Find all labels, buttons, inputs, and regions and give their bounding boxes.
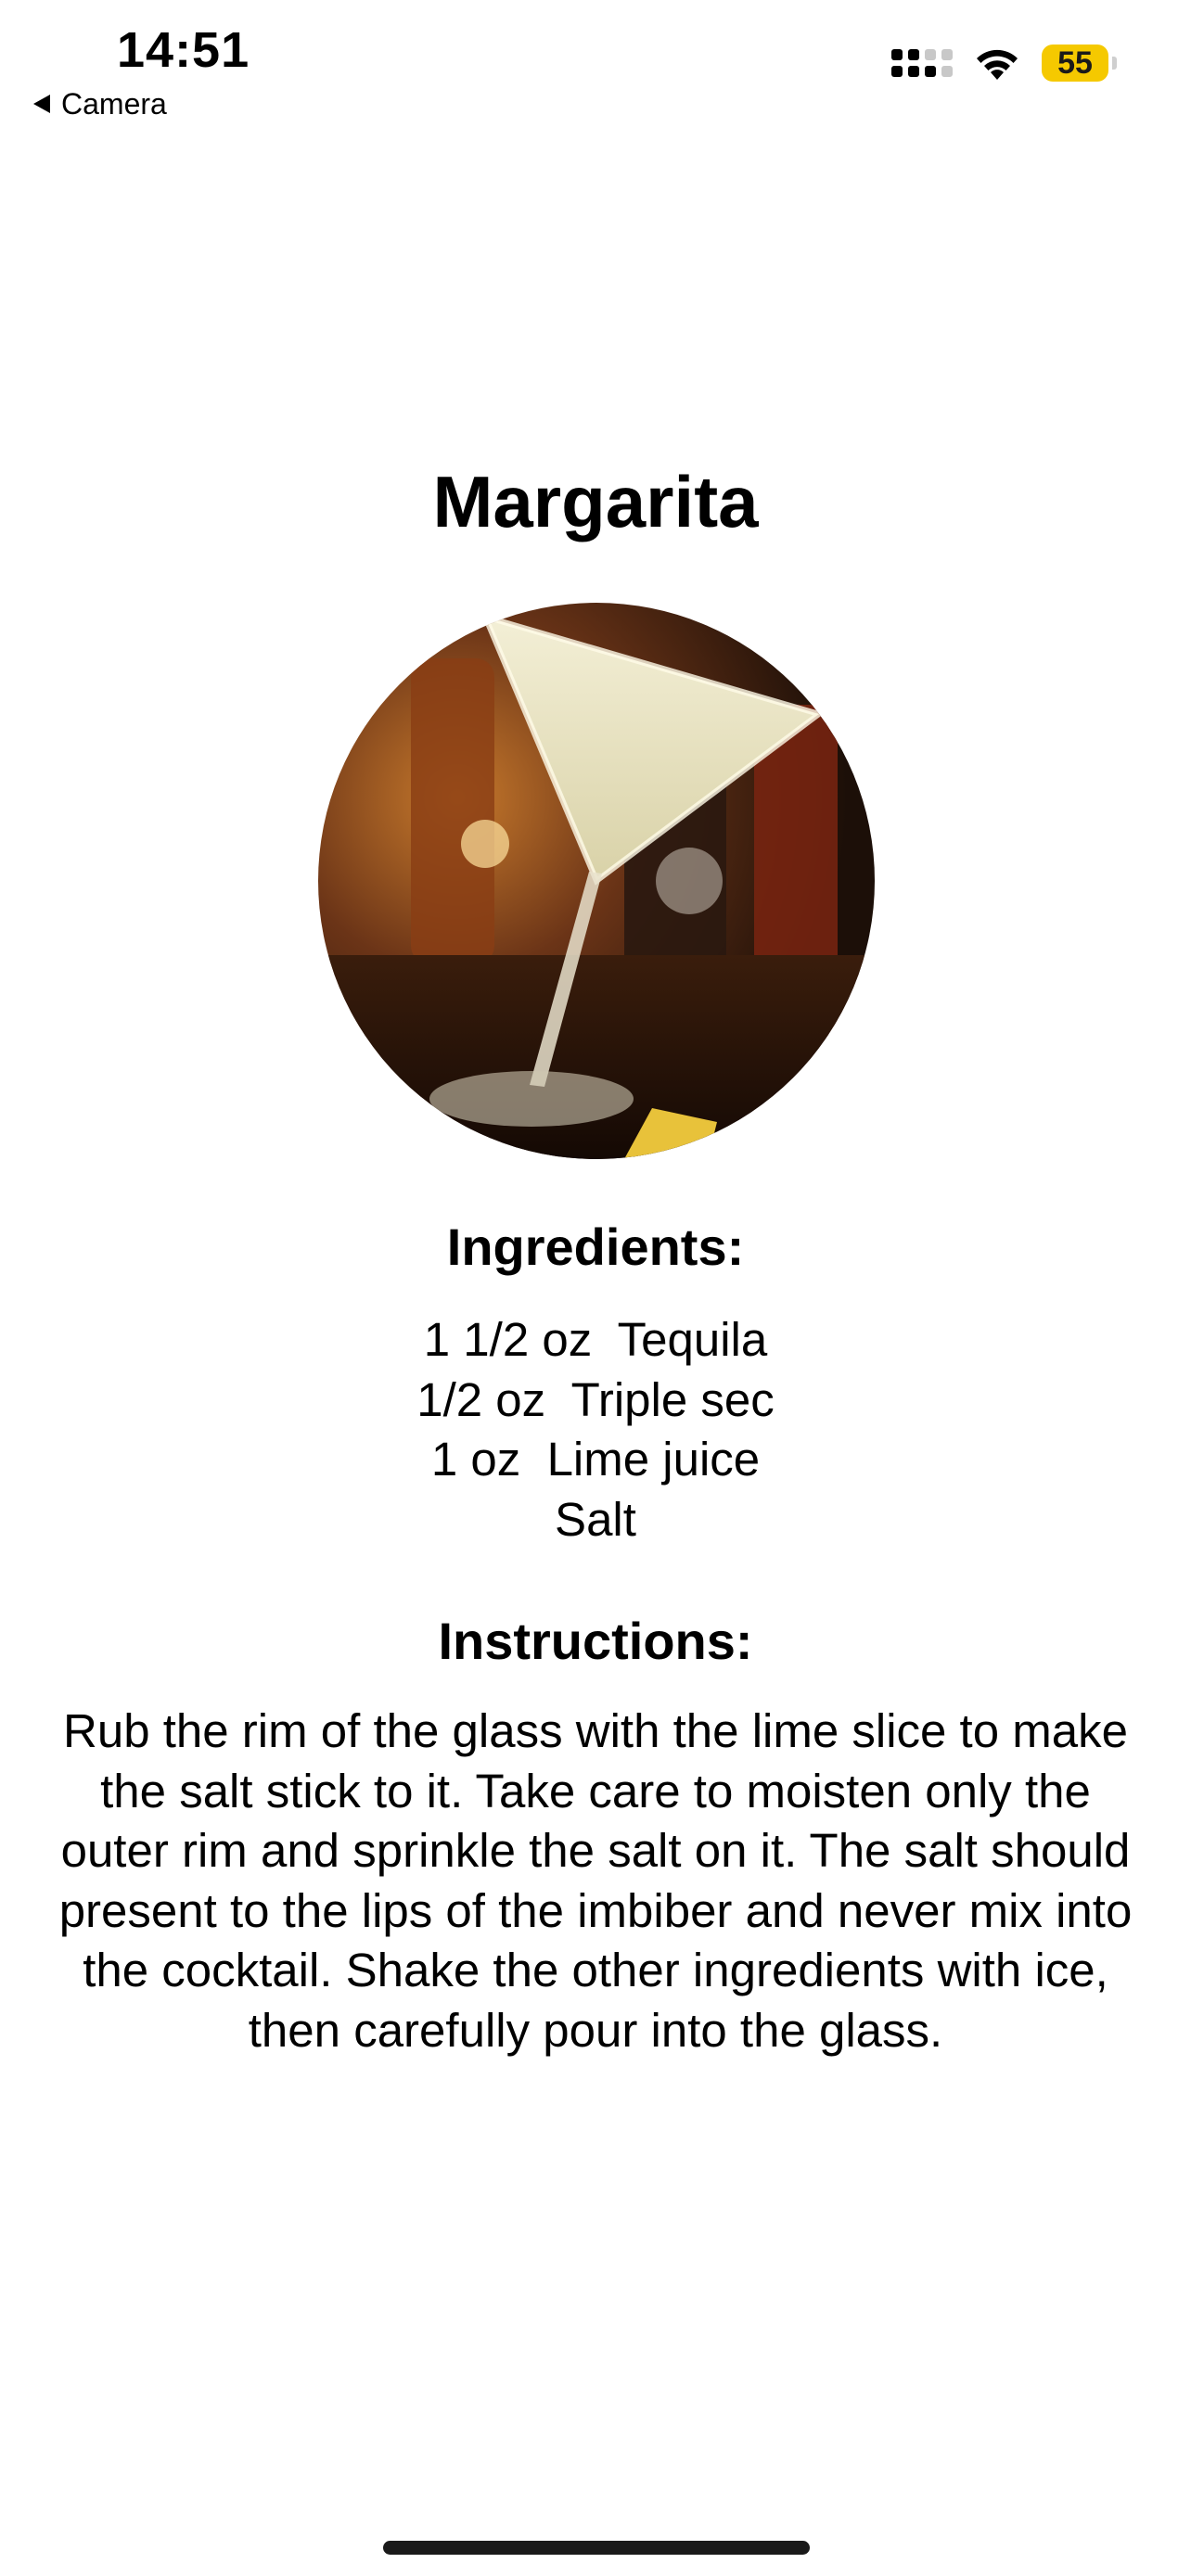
cellular-signal-icon	[891, 49, 953, 77]
ingredients-list: 1 1/2 oz Tequila 1/2 oz Triple sec 1 oz …	[0, 1310, 1191, 1549]
drink-title: Margarita	[432, 461, 759, 542]
battery-level: 55	[1042, 45, 1108, 82]
ingredient-item: 1 1/2 oz Tequila	[423, 1313, 768, 1366]
wifi-icon	[977, 49, 1018, 80]
drink-photo	[318, 603, 875, 1159]
status-indicators: 55	[891, 45, 1117, 82]
battery-indicator: 55	[1042, 45, 1117, 82]
ingredients-heading: Ingredients:	[446, 1218, 745, 1276]
home-indicator[interactable]	[383, 2541, 810, 2555]
instructions-text: Rub the rim of the glass with the lime s…	[58, 1704, 1133, 2057]
instructions-heading: Instructions:	[438, 1612, 753, 1670]
status-time: 14:51	[117, 22, 250, 78]
ingredient-item: Salt	[555, 1492, 636, 1546]
ingredient-item: 1/2 oz Triple sec	[416, 1372, 775, 1426]
back-to-camera-link[interactable]: Camera	[33, 83, 167, 124]
back-arrow-icon	[33, 95, 50, 113]
ingredient-item: 1 oz Lime juice	[430, 1433, 761, 1486]
back-link-label: Camera	[61, 87, 167, 121]
battery-tip	[1112, 57, 1117, 70]
